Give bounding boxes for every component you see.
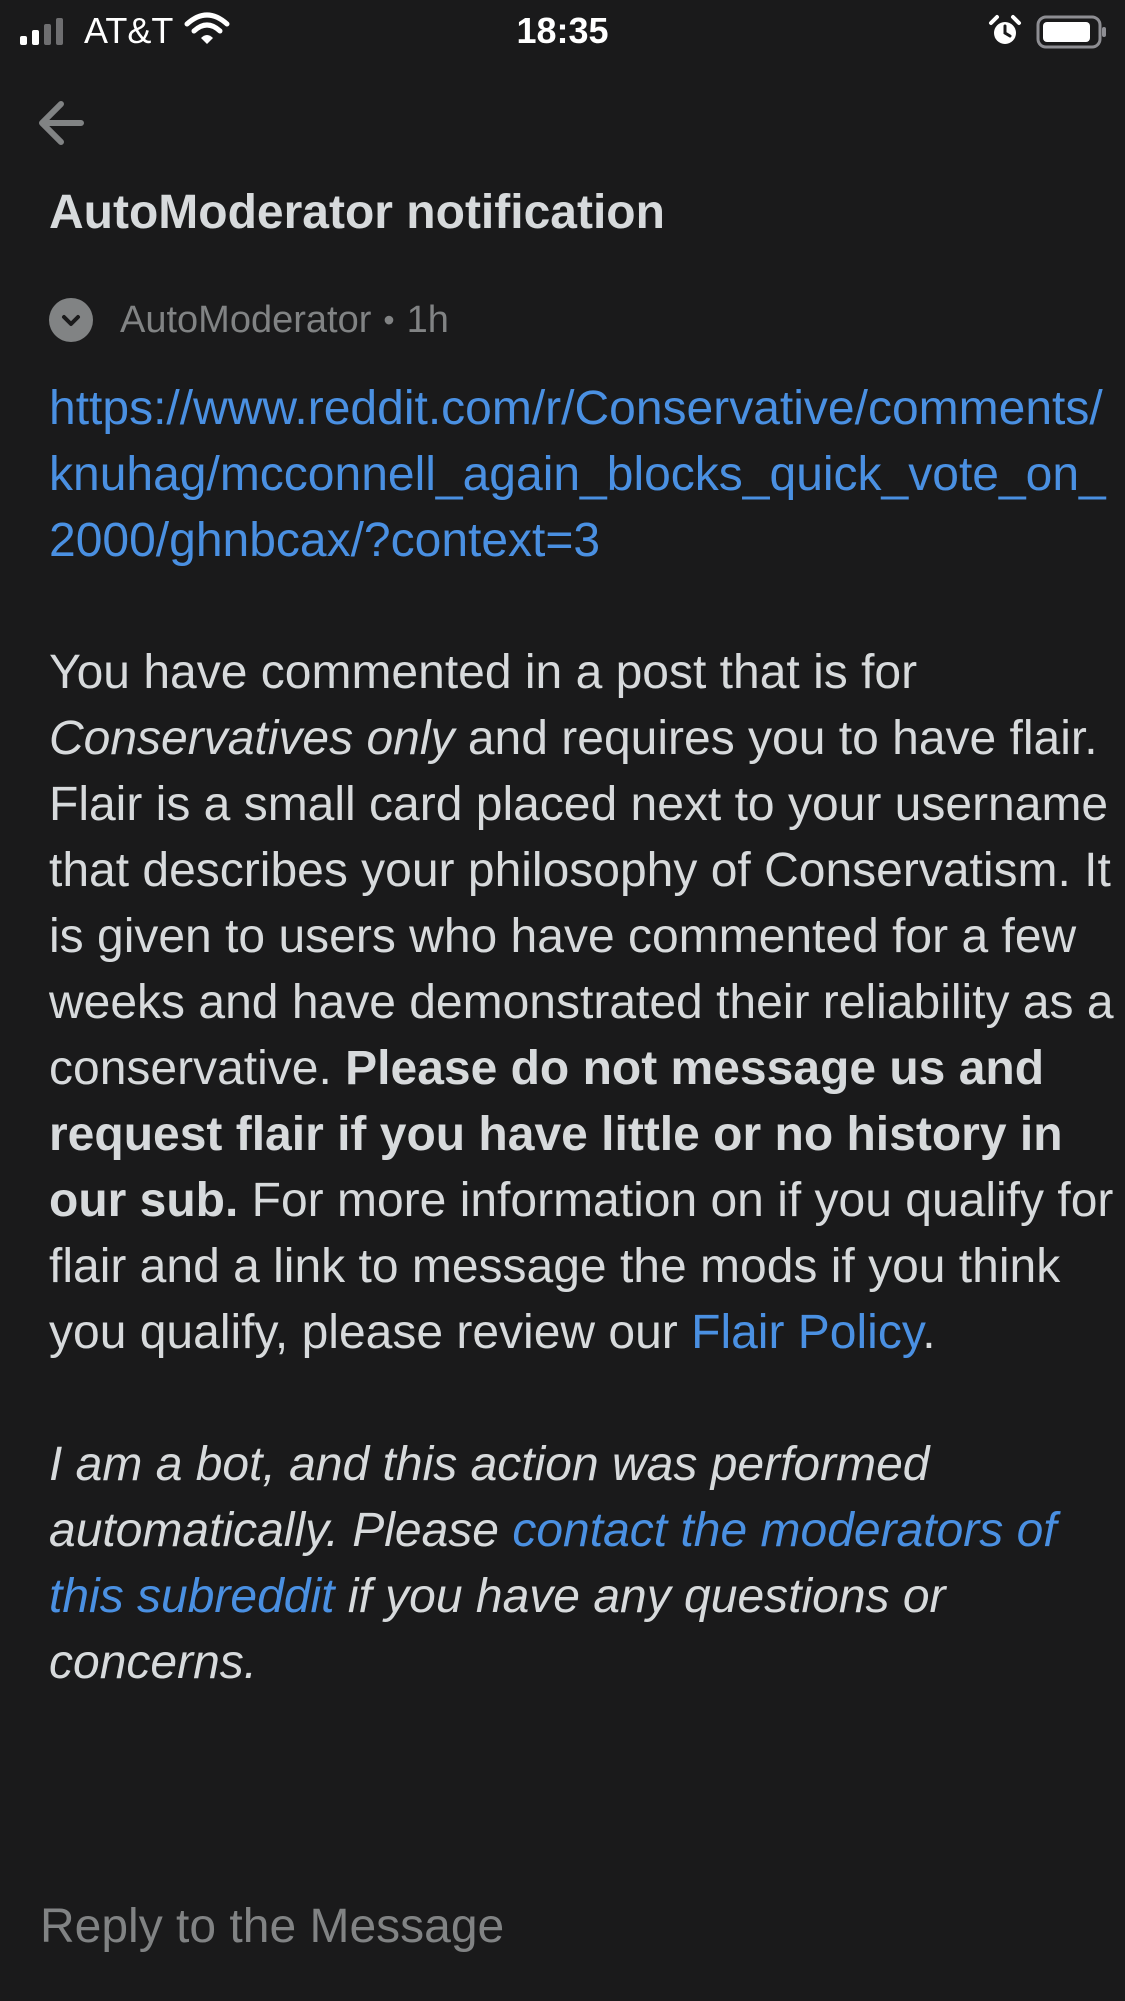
paragraph-text: . — [922, 1306, 936, 1359]
message-url-paragraph: https://www.reddit.com/r/Conservative/co… — [49, 376, 1119, 574]
chevron-down-icon — [62, 315, 80, 326]
back-button[interactable] — [26, 88, 96, 158]
signal-icon — [20, 18, 63, 45]
carrier-label: AT&T — [84, 10, 174, 51]
flair-policy-link[interactable]: Flair Policy — [691, 1306, 922, 1359]
battery-icon — [1036, 14, 1108, 59]
comment-context-link[interactable]: https://www.reddit.com/r/Conservative/co… — [49, 382, 1106, 567]
avatar[interactable] — [49, 298, 93, 342]
message-meta: AutoModerator • 1h — [49, 296, 449, 344]
message-paragraph-flair: You have commented in a post that is for… — [49, 640, 1119, 1366]
arrow-left-icon — [39, 101, 84, 145]
paragraph-text: and requires you to have flair. Flair is… — [49, 712, 1114, 1095]
message-paragraph-bot-notice: I am a bot, and this action was performe… — [49, 1432, 1119, 1696]
status-bar: AT&T 18:35 — [0, 0, 1125, 62]
alarm-icon — [988, 14, 1022, 57]
wifi-icon — [184, 12, 230, 55]
emphasis-text: Conservatives only — [49, 712, 455, 765]
reply-bar: Reply to the Message — [0, 1855, 1125, 2001]
reply-input[interactable]: Reply to the Message — [40, 1899, 504, 1954]
page-title: AutoModerator notification — [49, 186, 665, 239]
author-name[interactable]: AutoModerator — [120, 299, 371, 342]
meta-separator: • — [383, 301, 395, 338]
message-body: https://www.reddit.com/r/Conservative/co… — [49, 376, 1119, 1848]
paragraph-text: You have commented in a post that is for — [49, 646, 918, 699]
message-age: 1h — [406, 298, 449, 341]
